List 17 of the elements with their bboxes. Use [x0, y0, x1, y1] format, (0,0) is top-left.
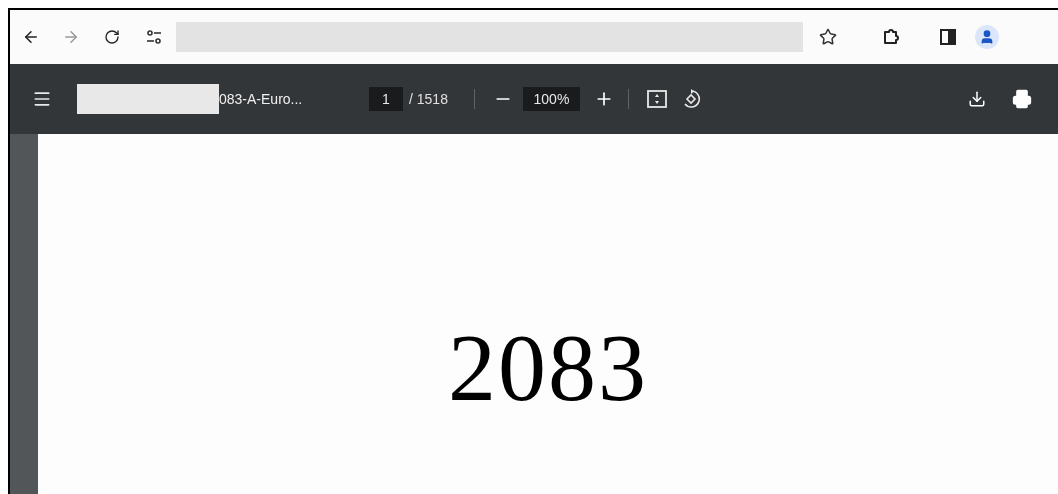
profile-avatar[interactable]: [975, 25, 999, 49]
back-icon[interactable]: [22, 28, 40, 46]
document-title: 083-A-Euro...: [219, 89, 304, 109]
menu-icon[interactable]: [32, 89, 52, 109]
page-total: / 1518: [409, 89, 448, 109]
forward-icon[interactable]: [62, 28, 80, 46]
site-settings-icon[interactable]: [146, 29, 162, 45]
zoom-field[interactable]: 100%: [522, 87, 580, 111]
puzzle-icon[interactable]: [881, 27, 901, 47]
print-icon[interactable]: [1012, 89, 1032, 109]
bookmark-star-icon[interactable]: [819, 28, 837, 46]
document-heading: 2083: [448, 318, 648, 418]
download-icon[interactable]: [968, 90, 986, 108]
fit-page-icon[interactable]: [646, 90, 667, 108]
page-number-field[interactable]: 1: [369, 87, 403, 111]
reload-icon[interactable]: [104, 29, 120, 45]
side-panel-icon[interactable]: [939, 28, 957, 46]
